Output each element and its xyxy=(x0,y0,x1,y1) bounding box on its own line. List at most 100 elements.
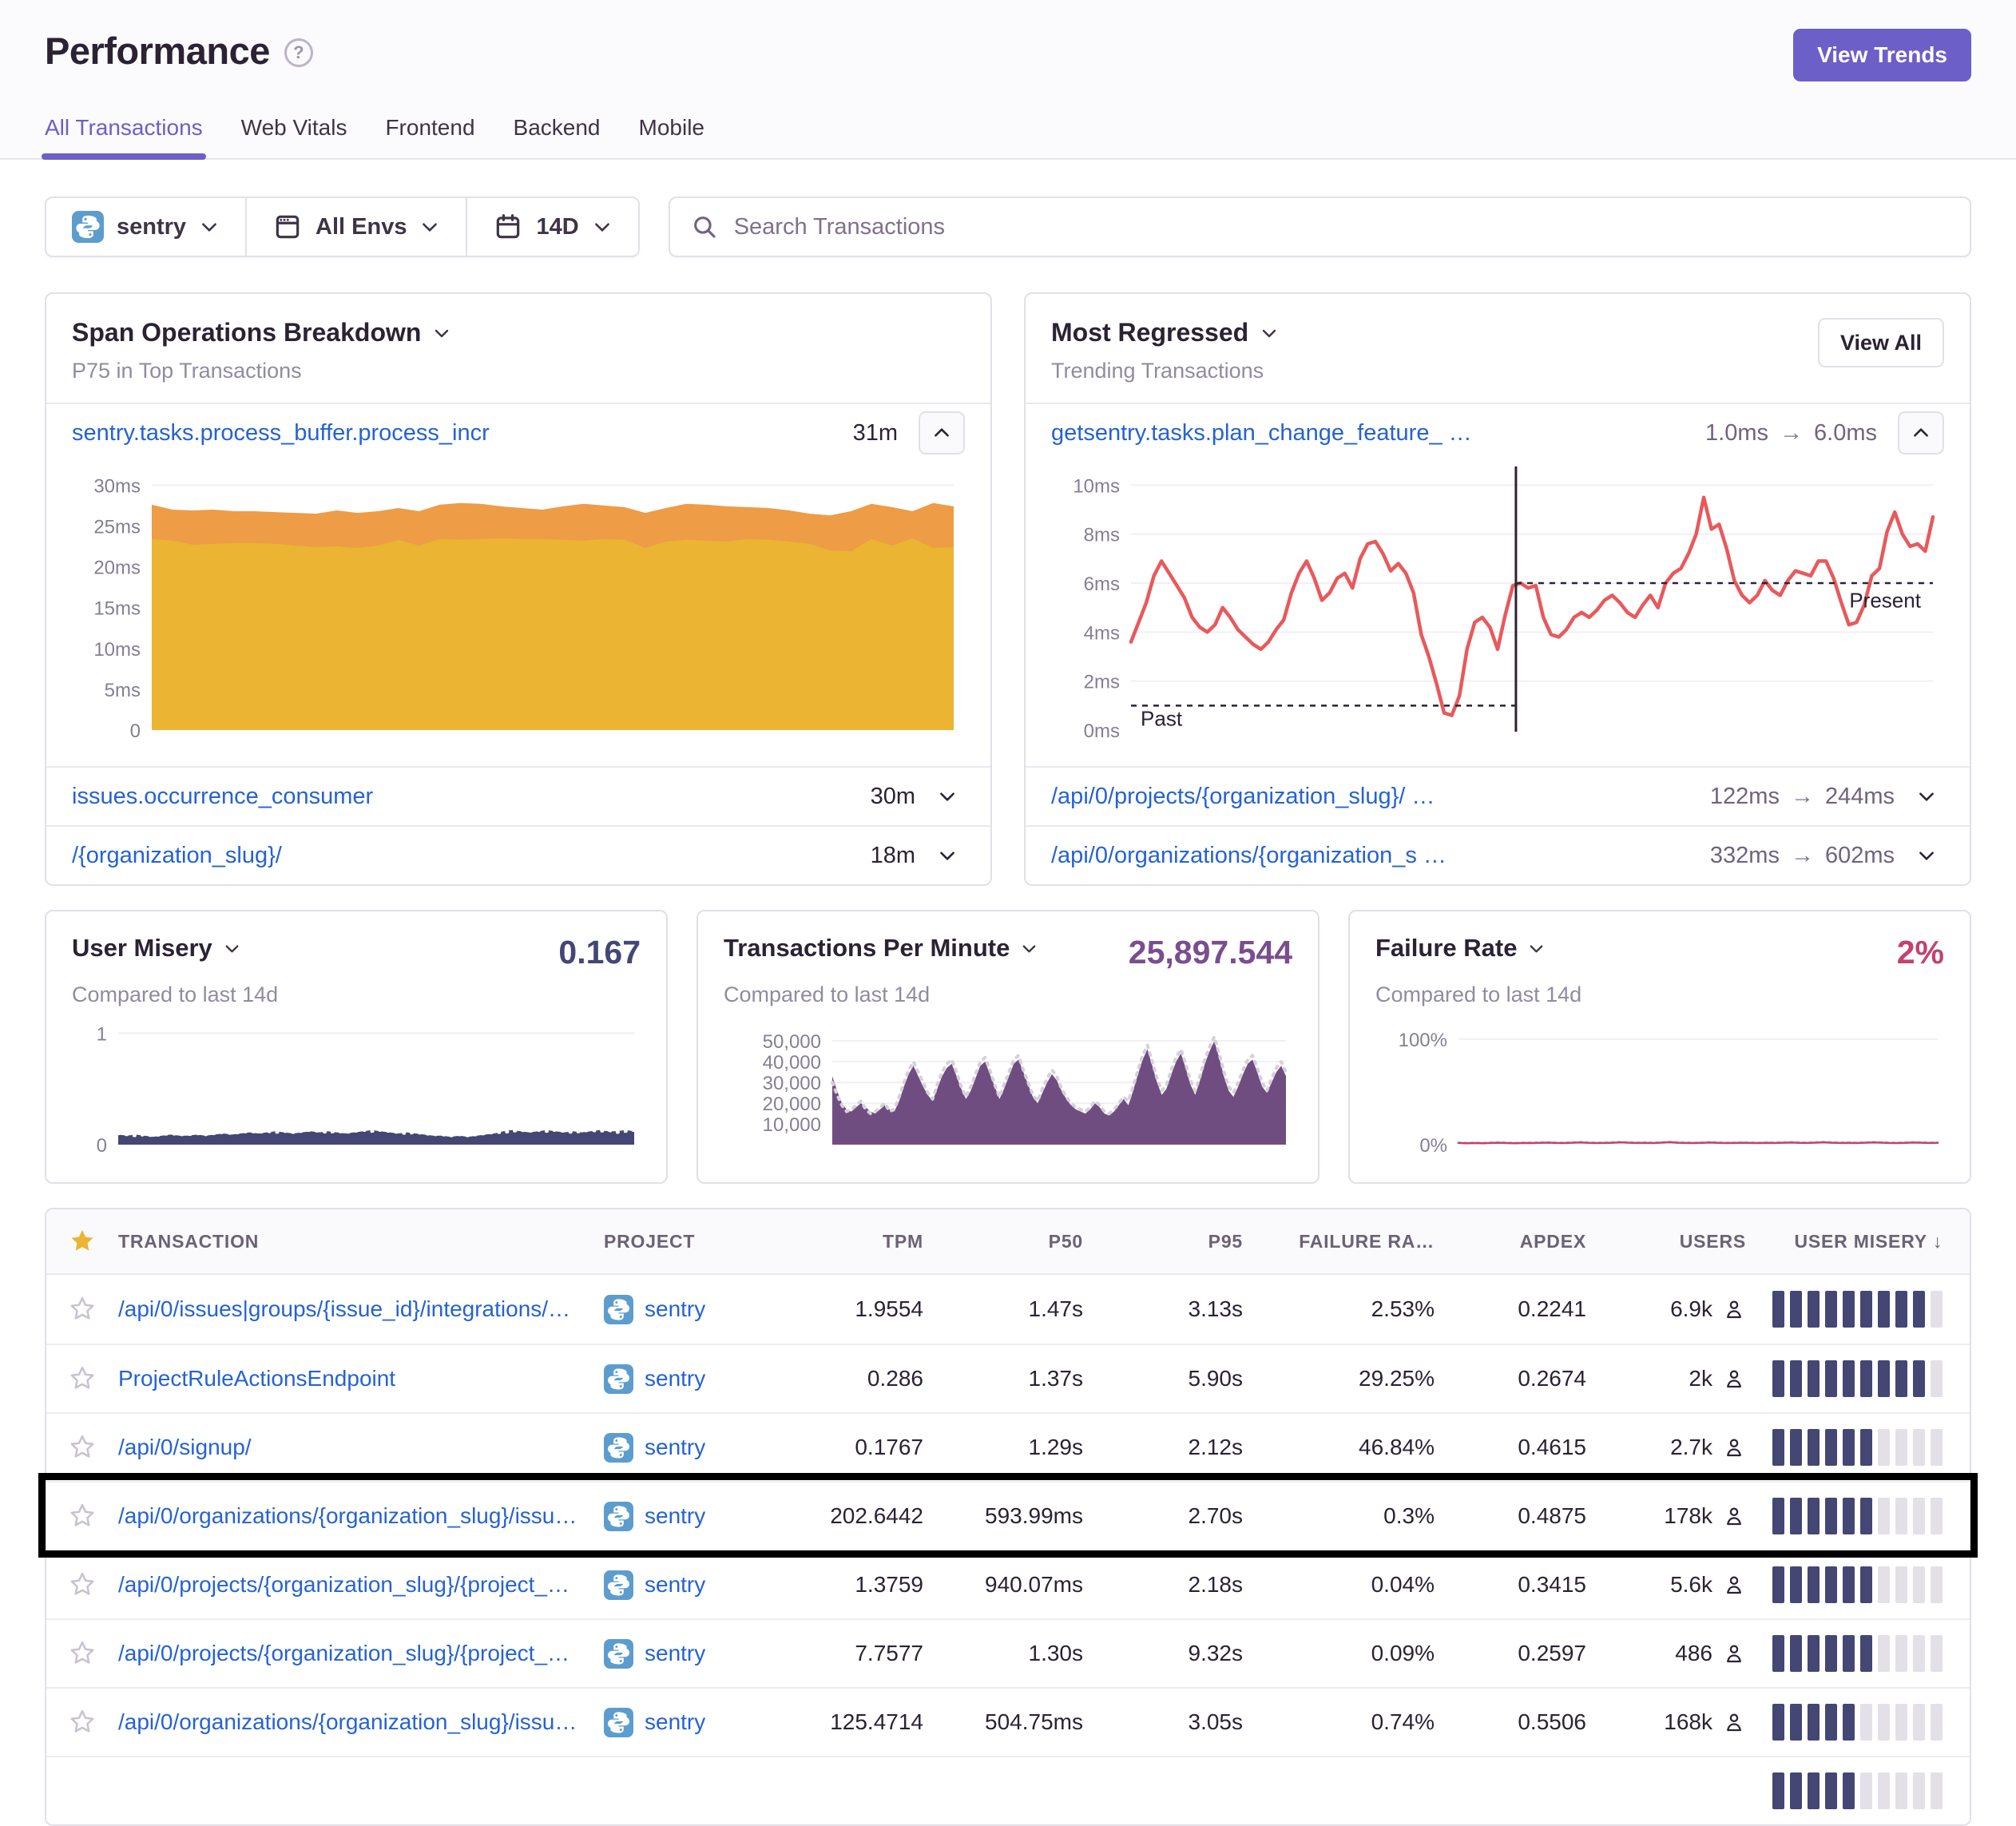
tpm-subtitle: Compared to last 14d xyxy=(724,982,1292,1007)
tab-all-transactions[interactable]: All Transactions xyxy=(45,115,203,158)
span-op-row: issues.occurrence_consumer 30m xyxy=(46,766,990,825)
svg-text:10,000: 10,000 xyxy=(763,1114,821,1136)
window-icon xyxy=(272,212,303,242)
user-misery-bars xyxy=(1770,1704,1970,1741)
regressed-transaction-link[interactable]: /api/0/organizations/{organization_s … xyxy=(1051,843,1696,869)
column-header-apdex[interactable]: APDEX xyxy=(1458,1231,1610,1252)
transaction-link[interactable]: /api/0/organizations/{organization_slug}… xyxy=(118,1709,577,1734)
table-row[interactable]: /api/0/projects/{organization_slug}/{pro… xyxy=(46,1618,1970,1687)
failure-rate-cell: 0.09% xyxy=(1267,1641,1458,1666)
python-icon xyxy=(604,1708,633,1737)
transaction-link[interactable]: /api/0/projects/{organization_slug}/{pro… xyxy=(118,1641,569,1665)
column-header-transaction[interactable]: TRANSACTION xyxy=(118,1231,604,1252)
most-regressed-panel: Most Regressed Trending Transactions Vie… xyxy=(1024,292,1971,886)
star-icon[interactable] xyxy=(68,1295,97,1324)
span-op-link[interactable]: /{organization_slug}/ xyxy=(72,843,856,869)
star-icon[interactable] xyxy=(68,1502,97,1530)
p50-cell: 1.47s xyxy=(947,1296,1107,1322)
project-link[interactable]: sentry xyxy=(645,1641,705,1666)
star-icon[interactable] xyxy=(68,1433,97,1462)
tpm-card: Transactions Per Minute 25,897.544 Compa… xyxy=(696,910,1320,1184)
python-icon xyxy=(604,1364,633,1394)
transaction-link[interactable]: /api/0/projects/{organization_slug}/{pro… xyxy=(118,1572,569,1597)
tab-mobile[interactable]: Mobile xyxy=(639,115,704,158)
table-row[interactable]: /api/0/issues|groups/{issue_id}/integrat… xyxy=(46,1275,1970,1344)
expand-button[interactable] xyxy=(930,786,965,807)
column-header-p50[interactable]: P50 xyxy=(947,1231,1107,1252)
expand-button[interactable] xyxy=(930,845,965,866)
most-regressed-title-dropdown[interactable]: Most Regressed xyxy=(1051,318,1279,347)
chevron-down-icon xyxy=(432,324,451,343)
regressed-transaction-link[interactable]: getsentry.tasks.plan_change_feature_ … xyxy=(1051,420,1691,447)
column-header-project[interactable]: PROJECT xyxy=(604,1231,804,1252)
collapse-button[interactable] xyxy=(919,411,965,455)
table-row[interactable]: /api/0/signup/ sentry 0.1767 1.29s 2.12s… xyxy=(46,1412,1970,1481)
view-all-button[interactable]: View All xyxy=(1818,318,1944,367)
date-range-filter[interactable]: 14D xyxy=(466,198,637,256)
failure-rate-title-dropdown[interactable]: Failure Rate xyxy=(1375,934,1546,963)
regression-change: 122ms → 244ms xyxy=(1710,784,1895,810)
tab-web-vitals[interactable]: Web Vitals xyxy=(241,115,347,158)
p50-cell: 593.99ms xyxy=(947,1503,1107,1529)
arrow-right-icon: → xyxy=(1780,420,1803,447)
star-icon[interactable] xyxy=(68,1639,97,1668)
transaction-link[interactable]: /api/0/organizations/{organization_slug}… xyxy=(118,1503,577,1528)
transaction-link[interactable]: /api/0/signup/ xyxy=(118,1435,252,1459)
transaction-link[interactable]: /api/0/issues|groups/{issue_id}/integrat… xyxy=(118,1296,570,1321)
span-op-link[interactable]: issues.occurrence_consumer xyxy=(72,784,856,810)
p50-cell: 1.37s xyxy=(947,1366,1107,1391)
tab-backend[interactable]: Backend xyxy=(514,115,601,158)
column-header-failure-rate[interactable]: FAILURE RA… xyxy=(1267,1231,1458,1252)
failure-rate-subtitle: Compared to last 14d xyxy=(1375,982,1944,1007)
expand-button[interactable] xyxy=(1909,786,1944,807)
column-header-user-misery[interactable]: USER MISERY ↓ xyxy=(1770,1231,1970,1252)
user-misery-title-dropdown[interactable]: User Misery xyxy=(72,934,241,963)
help-icon[interactable]: ? xyxy=(284,38,313,67)
python-icon xyxy=(604,1433,633,1463)
svg-text:6ms: 6ms xyxy=(1084,574,1120,595)
expand-button[interactable] xyxy=(1909,845,1944,866)
svg-text:1: 1 xyxy=(97,1023,107,1045)
user-misery-bars xyxy=(1770,1291,1970,1328)
environment-filter[interactable]: All Envs xyxy=(245,198,466,256)
project-link[interactable]: sentry xyxy=(645,1503,705,1529)
tpm-title-dropdown[interactable]: Transactions Per Minute xyxy=(724,934,1038,963)
star-icon[interactable] xyxy=(68,1364,97,1393)
project-link[interactable]: sentry xyxy=(645,1366,705,1391)
chevron-down-icon xyxy=(937,786,958,807)
star-icon[interactable] xyxy=(68,1708,97,1737)
table-row[interactable] xyxy=(46,1756,1970,1824)
view-trends-button[interactable]: View Trends xyxy=(1793,29,1971,81)
collapse-button[interactable] xyxy=(1898,411,1944,455)
project-link[interactable]: sentry xyxy=(645,1296,705,1322)
column-header-users[interactable]: USERS xyxy=(1610,1231,1770,1252)
project-link[interactable]: sentry xyxy=(645,1435,705,1460)
chevron-down-icon xyxy=(419,216,440,237)
apdex-cell: 0.5506 xyxy=(1458,1709,1610,1735)
svg-text:0ms: 0ms xyxy=(1084,720,1120,742)
svg-text:Present: Present xyxy=(1849,589,1921,613)
transaction-link[interactable]: ProjectRuleActionsEndpoint xyxy=(118,1366,395,1391)
table-row[interactable]: /api/0/organizations/{organization_slug}… xyxy=(46,1481,1970,1550)
table-row[interactable]: ProjectRuleActionsEndpoint sentry 0.286 … xyxy=(46,1344,1970,1412)
span-ops-title-dropdown[interactable]: Span Operations Breakdown xyxy=(72,318,451,347)
project-filter[interactable]: sentry xyxy=(46,198,245,256)
tab-frontend[interactable]: Frontend xyxy=(385,115,474,158)
p50-cell: 1.30s xyxy=(947,1641,1107,1666)
column-header-p95[interactable]: P95 xyxy=(1107,1231,1267,1252)
page-filter-group: sentry All Envs 14D xyxy=(45,196,640,257)
user-icon xyxy=(1722,1297,1746,1321)
column-header-tpm[interactable]: TPM xyxy=(804,1231,947,1252)
span-op-link[interactable]: sentry.tasks.process_buffer.process_incr xyxy=(72,420,839,447)
svg-text:2ms: 2ms xyxy=(1084,672,1120,693)
project-link[interactable]: sentry xyxy=(645,1572,705,1598)
star-icon[interactable] xyxy=(68,1570,97,1599)
regressed-transaction-link[interactable]: /api/0/projects/{organization_slug}/ … xyxy=(1051,784,1696,810)
span-ops-subtitle: P75 in Top Transactions xyxy=(72,359,451,383)
project-link[interactable]: sentry xyxy=(645,1709,705,1735)
table-row[interactable]: /api/0/projects/{organization_slug}/{pro… xyxy=(46,1550,1970,1618)
span-op-row: /{organization_slug}/ 18m xyxy=(46,825,990,884)
star-filled-icon[interactable] xyxy=(69,1228,96,1255)
search-input[interactable] xyxy=(732,213,1949,241)
table-row[interactable]: /api/0/organizations/{organization_slug}… xyxy=(46,1687,1970,1756)
